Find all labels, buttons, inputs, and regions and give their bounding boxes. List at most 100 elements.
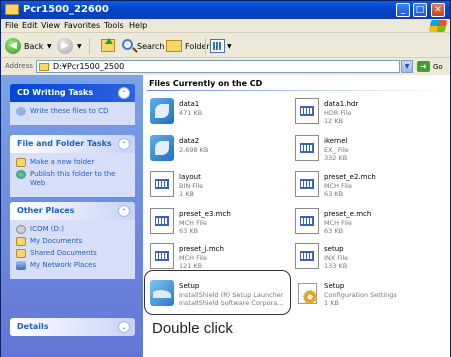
collapse-chevron-icon[interactable]: ⌃ xyxy=(118,87,130,99)
file-item[interactable]: setup INX File 133 KB xyxy=(295,243,440,277)
back-button-label[interactable]: Back xyxy=(24,42,43,51)
file-item[interactable]: data1.hdr HDR File 12 KB xyxy=(295,98,440,132)
views-icon[interactable] xyxy=(210,39,225,53)
link-label: Publish this folder to the Web xyxy=(30,170,116,187)
windows-logo-icon xyxy=(428,20,448,32)
file-item[interactable]: preset_e3.mch MCH File 63 KB xyxy=(150,208,295,242)
shared-folder-icon xyxy=(16,249,26,258)
file-name: preset_j.mch xyxy=(179,245,224,253)
place-icom-drive[interactable]: ICOM (D:) xyxy=(16,225,129,234)
back-arrow-icon[interactable]: ◀ xyxy=(5,38,21,54)
panel-body: Write these files to CD xyxy=(10,102,135,125)
file-name: setup xyxy=(324,245,344,253)
folders-icon[interactable] xyxy=(166,40,182,52)
section-title: Files Currently on the CD xyxy=(149,79,263,88)
menu-file[interactable]: File xyxy=(5,21,18,30)
toolbar-separator xyxy=(89,38,90,54)
installer-cab-icon xyxy=(150,98,174,124)
panel-body: ICOM (D:) My Documents Shared Documents … xyxy=(10,220,135,279)
menu-edit[interactable]: Edit xyxy=(22,21,38,30)
panel-title: CD Writing Tasks xyxy=(17,88,94,97)
address-value[interactable]: D:¥Pcr1500_2500 xyxy=(53,62,124,71)
details-panel: Details ⌄ xyxy=(10,318,135,336)
file-type: MCH File xyxy=(324,182,352,190)
new-folder-link[interactable]: Make a new folder xyxy=(16,158,129,167)
panel-header[interactable]: Other Places ⌃ xyxy=(10,202,135,220)
menu-tools[interactable]: Tools xyxy=(104,21,124,30)
file-size: 63 KB xyxy=(179,227,199,235)
menu-view[interactable]: View xyxy=(41,21,60,30)
panel-title: Details xyxy=(17,322,49,331)
explorer-window: Pcr1500_22600 _ □ ✕ File Edit View Favor… xyxy=(0,0,451,357)
window-title: Pcr1500_22600 xyxy=(23,4,109,15)
file-type: Configuration Settings xyxy=(324,291,397,299)
views-dropdown-icon[interactable]: ▼ xyxy=(227,43,232,50)
file-item[interactable]: preset_e2.mch MCH File 63 KB xyxy=(295,171,440,205)
forward-arrow-icon[interactable]: ▶ xyxy=(57,38,73,54)
panel-header[interactable]: CD Writing Tasks ⌃ xyxy=(10,84,135,102)
generic-file-icon xyxy=(150,208,174,234)
highlight-callout xyxy=(144,270,291,315)
file-size: 12 KB xyxy=(324,117,344,125)
link-label: Make a new folder xyxy=(30,158,95,166)
close-button[interactable]: ✕ xyxy=(431,3,445,17)
network-icon xyxy=(16,261,26,270)
maximize-button[interactable]: □ xyxy=(413,3,427,17)
go-button-label[interactable]: Go xyxy=(433,63,443,71)
panel-title: Other Places xyxy=(17,206,75,215)
file-size: 63 KB xyxy=(324,190,344,198)
file-type: MCH File xyxy=(324,219,352,227)
panel-body: Make a new folder Publish this folder to… xyxy=(10,153,135,197)
file-item[interactable]: data2 2,698 KB xyxy=(150,135,295,169)
address-dropdown-icon[interactable]: ▼ xyxy=(401,60,413,73)
file-size: 133 KB xyxy=(324,262,348,270)
globe-icon xyxy=(16,170,26,179)
generic-file-icon xyxy=(150,171,174,197)
expand-chevron-icon[interactable]: ⌄ xyxy=(118,321,130,333)
file-type: HDR File xyxy=(324,109,352,117)
minimize-button[interactable]: _ xyxy=(396,3,410,17)
collapse-chevron-icon[interactable]: ⌃ xyxy=(118,205,130,217)
write-to-cd-link[interactable]: Write these files to CD xyxy=(16,107,129,116)
panel-title: File and Folder Tasks xyxy=(17,139,112,148)
file-name: layout xyxy=(179,173,201,181)
place-shared-documents[interactable]: Shared Documents xyxy=(16,249,129,258)
address-input[interactable]: D:¥Pcr1500_2500 xyxy=(36,60,400,73)
title-bar[interactable]: Pcr1500_22600 _ □ ✕ xyxy=(1,1,450,19)
installer-cab-icon xyxy=(150,135,174,161)
place-network[interactable]: My Network Places xyxy=(16,261,129,270)
publish-web-link[interactable]: Publish this folder to the Web xyxy=(16,170,129,188)
search-button-label[interactable]: Search xyxy=(137,42,164,51)
file-name: data1.hdr xyxy=(324,100,359,108)
back-dropdown-icon[interactable]: ▼ xyxy=(47,43,52,50)
generic-file-icon xyxy=(295,171,319,197)
file-item[interactable]: Setup Configuration Settings 1 KB xyxy=(295,280,440,314)
up-folder-icon[interactable] xyxy=(101,38,115,52)
generic-file-icon xyxy=(295,135,319,161)
forward-dropdown-icon[interactable]: ▼ xyxy=(77,43,82,50)
task-pane: CD Writing Tasks ⌃ Write these files to … xyxy=(1,75,143,357)
menu-favorites[interactable]: Favorites xyxy=(64,21,100,30)
file-size: 63 KB xyxy=(324,227,344,235)
place-my-documents[interactable]: My Documents xyxy=(16,237,129,246)
go-arrow-icon[interactable]: ➜ xyxy=(417,61,430,72)
generic-file-icon xyxy=(295,98,319,124)
config-settings-icon xyxy=(295,280,319,306)
search-icon[interactable] xyxy=(122,39,133,50)
panel-header[interactable]: File and Folder Tasks ⌃ xyxy=(10,135,135,153)
link-label: Write these files to CD xyxy=(30,107,109,115)
menu-help[interactable]: Help xyxy=(129,21,147,30)
file-item[interactable]: layout BIN File 1 KB xyxy=(150,171,295,205)
file-item[interactable]: preset_e.mch MCH File 63 KB xyxy=(295,208,440,242)
generic-file-icon xyxy=(150,243,174,269)
panel-header[interactable]: Details ⌄ xyxy=(10,318,135,336)
link-label: Shared Documents xyxy=(30,249,97,257)
file-item[interactable]: ikernel EX_ File 332 KB xyxy=(295,135,440,169)
link-label: My Documents xyxy=(30,237,83,245)
collapse-chevron-icon[interactable]: ⌃ xyxy=(118,138,130,150)
toolbar: ◀ Back ▼ ▶ ▼ Search Folders ▼ xyxy=(1,34,450,58)
double-click-annotation: Double click xyxy=(152,320,233,337)
menu-bar: File Edit View Favorites Tools Help xyxy=(1,19,450,33)
file-item[interactable]: data1 471 KB xyxy=(150,98,295,132)
file-name: data1 xyxy=(179,100,200,108)
